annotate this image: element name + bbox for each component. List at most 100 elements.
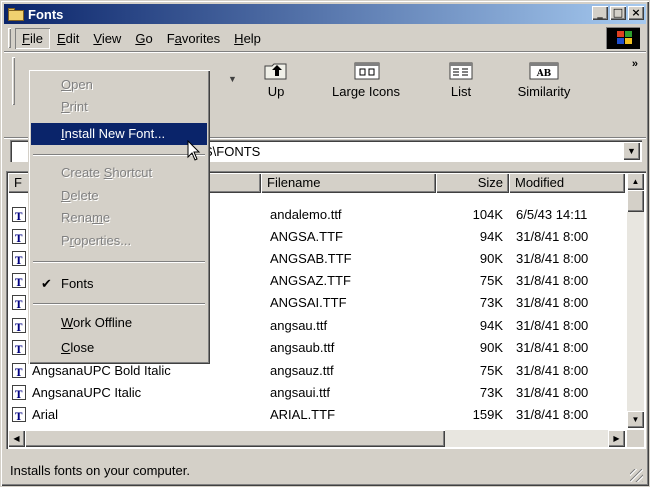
font-filename: ANGSAI.TTF <box>270 295 347 310</box>
maximize-button[interactable]: □ <box>610 6 626 20</box>
horizontal-scroll-thumb[interactable] <box>25 430 445 447</box>
truetype-font-icon <box>12 385 26 406</box>
menu-item-close[interactable]: Close <box>31 337 207 359</box>
windows-logo-icon <box>606 27 640 49</box>
font-size-value: 90K <box>479 340 503 355</box>
mouse-cursor-icon <box>187 139 201 165</box>
fonts-window: Fonts _ □ × File Edit View Go Favorites … <box>0 0 650 487</box>
minimize-button[interactable]: _ <box>592 6 608 20</box>
font-modified: 6/5/43 14:11 <box>516 207 588 222</box>
menu-item-properties[interactable]: Properties... <box>31 230 207 252</box>
scroll-right-button[interactable]: ▶ <box>608 430 625 447</box>
font-modified: 31/8/41 8:00 <box>516 251 589 266</box>
truetype-font-icon <box>12 251 26 272</box>
menu-go[interactable]: Go <box>128 28 159 49</box>
font-name: Arial <box>32 407 59 422</box>
font-filename: ANGSA.TTF <box>270 229 343 244</box>
forward-dropdown-arrow-icon[interactable]: ▼ <box>228 74 237 84</box>
font-filename: andalemo.ttf <box>270 207 342 222</box>
menu-separator <box>33 303 205 305</box>
font-modified: 31/8/41 8:00 <box>516 363 589 378</box>
font-size-value: 73K <box>479 385 503 400</box>
font-modified: 31/8/41 8:00 <box>516 407 589 422</box>
file-menu-dropdown: Open Print Install New Font... Create Sh… <box>28 69 210 364</box>
list-button[interactable]: List <box>441 58 481 106</box>
horizontal-scrollbar[interactable]: ◀ ▶ <box>8 430 625 447</box>
font-size-value: 104K <box>472 207 503 222</box>
font-modified: 31/8/41 8:00 <box>516 295 589 310</box>
truetype-font-icon <box>12 318 26 339</box>
title-bar[interactable]: Fonts _ □ × <box>4 4 646 24</box>
menu-view[interactable]: View <box>86 28 128 49</box>
scroll-left-button[interactable]: ◀ <box>8 430 25 447</box>
column-header-size[interactable]: Size <box>436 173 509 193</box>
up-button[interactable]: Up <box>256 58 296 106</box>
menu-item-print[interactable]: Print <box>31 96 207 118</box>
up-folder-icon <box>264 62 288 80</box>
status-text: Installs fonts on your computer. <box>10 463 190 478</box>
menubar-grip[interactable] <box>8 28 11 48</box>
menu-item-rename[interactable]: Rename <box>31 207 207 229</box>
truetype-font-icon <box>12 363 26 384</box>
scroll-down-button[interactable]: ▼ <box>627 411 644 428</box>
font-modified: 31/8/41 8:00 <box>516 273 589 288</box>
column-header-modified[interactable]: Modified <box>509 173 625 193</box>
font-filename: angsaub.ttf <box>270 340 335 355</box>
truetype-font-icon <box>12 407 26 428</box>
toolbar-grip[interactable] <box>12 57 15 105</box>
truetype-font-icon <box>12 273 26 294</box>
large-icons-button[interactable]: Large Icons <box>326 58 406 106</box>
font-size-value: 159K <box>472 407 503 422</box>
font-size-value: 75K <box>479 273 503 288</box>
menu-edit[interactable]: Edit <box>50 28 86 49</box>
list-item[interactable]: Arial ARIAL.TTF 159K 31/8/41 8:00 <box>8 404 624 428</box>
list-view-icon <box>449 62 473 80</box>
truetype-font-icon <box>12 295 26 316</box>
address-dropdown-button[interactable]: ▼ <box>623 142 640 160</box>
font-size-value: 75K <box>479 363 503 378</box>
truetype-font-icon <box>12 207 26 228</box>
truetype-font-icon <box>12 229 26 250</box>
similarity-icon-text: AB <box>536 69 552 79</box>
resize-grip-icon[interactable] <box>630 469 643 482</box>
menu-separator <box>33 154 205 156</box>
font-modified: 31/8/41 8:00 <box>516 385 589 400</box>
close-button[interactable]: × <box>628 6 644 20</box>
menu-separator <box>33 261 205 263</box>
menu-item-work-offline[interactable]: Work Offline <box>31 312 207 334</box>
check-mark-icon: ✔ <box>41 276 52 291</box>
folder-icon <box>8 7 24 21</box>
font-size-value: 90K <box>479 251 503 266</box>
scroll-up-button[interactable]: ▲ <box>627 173 644 190</box>
menu-help[interactable]: Help <box>227 28 268 49</box>
font-modified: 31/8/41 8:00 <box>516 318 589 333</box>
font-size-value: 73K <box>479 295 503 310</box>
menu-bar: File Edit View Go Favorites Help <box>4 26 646 50</box>
font-modified: 31/8/41 8:00 <box>516 340 589 355</box>
menu-item-delete[interactable]: Delete <box>31 185 207 207</box>
list-item[interactable]: AngsanaUPC Italic angsaui.ttf 73K 31/8/41 8… <box>8 382 624 406</box>
menu-item-fonts[interactable]: ✔ Fonts <box>31 273 207 295</box>
truetype-font-icon <box>12 340 26 361</box>
toolbar-overflow-button[interactable]: » <box>632 58 638 70</box>
menu-file[interactable]: File <box>15 28 50 49</box>
menu-item-open[interactable]: Open <box>31 74 207 96</box>
font-size-value: 94K <box>479 229 503 244</box>
menu-item-create-shortcut[interactable]: Create Shortcut <box>31 162 207 184</box>
font-size-value: 94K <box>479 318 503 333</box>
similarity-button[interactable]: AB Similarity <box>509 58 579 106</box>
address-value: S\FONTS <box>204 144 261 159</box>
column-header-filename[interactable]: Filename <box>261 173 436 193</box>
font-filename: ANGSAZ.TTF <box>270 273 351 288</box>
font-name: AngsanaUPC Italic <box>32 385 142 400</box>
font-filename: angsau.ttf <box>270 318 328 333</box>
menu-item-install-new-font[interactable]: Install New Font... <box>31 123 207 145</box>
window-title: Fonts <box>28 6 64 22</box>
vertical-scrollbar[interactable]: ▲ ▼ <box>627 173 644 428</box>
font-filename: ANGSAB.TTF <box>270 251 352 266</box>
font-filename: angsauz.ttf <box>270 363 334 378</box>
vertical-scroll-thumb[interactable] <box>627 190 644 212</box>
menu-favorites[interactable]: Favorites <box>160 28 227 49</box>
status-bar: Installs fonts on your computer. <box>4 456 646 484</box>
font-modified: 31/8/41 8:00 <box>516 229 589 244</box>
